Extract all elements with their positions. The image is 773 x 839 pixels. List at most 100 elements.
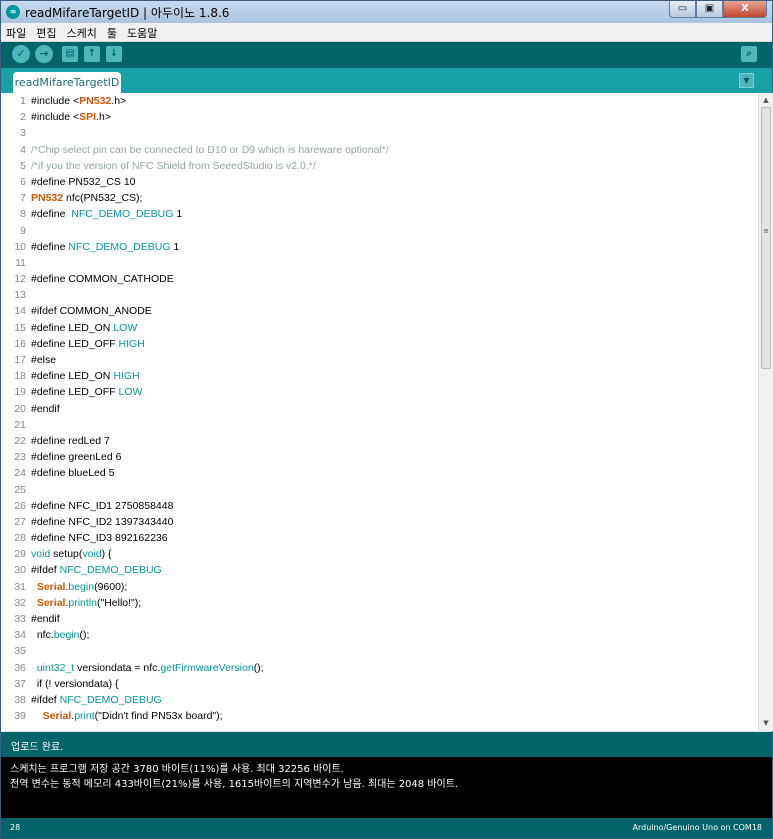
line-number: 39 [14,710,26,723]
console-output[interactable]: 스케치는 프로그램 저장 공간 3780 바이트(11%)를 사용. 최대 32… [1,757,772,818]
minimize-button[interactable]: ▭ [669,1,696,18]
code-line[interactable]: 3 [1,125,758,141]
code-line[interactable]: 31 Serial.begin(9600); [1,579,758,595]
code-line[interactable]: 36 uint32_t versiondata = nfc.getFirmwar… [1,660,758,676]
scrollbar-thumb[interactable] [761,107,771,369]
vertical-scrollbar[interactable]: ▲ ≡ ▼ [758,93,773,731]
save-sketch-button[interactable]: ↓ [106,46,122,62]
maximize-button[interactable]: ▣ [696,1,723,18]
code-line[interactable]: 23 #define greenLed 6 [1,449,758,465]
code-line[interactable]: 4 /*Chip select pin can be connected to D… [1,142,758,158]
code-line[interactable]: 16 #define LED_OFF HIGH [1,336,758,352]
code-line[interactable]: 39 Serial.print("Didn't find PN53x board… [1,708,758,724]
verify-button[interactable]: ✓ [12,45,30,63]
line-number: 8 [20,208,26,221]
chevron-down-icon: ▼ [743,76,750,85]
code-text: #include <PN532.h> [31,95,127,107]
menu-help[interactable]: 도움말 [122,23,162,41]
code-text: #define NFC_ID3 892162236 [31,532,168,545]
code-text: if (! versiondata) { [31,677,119,690]
code-line[interactable]: 37 if (! versiondata) { [1,676,758,692]
scrollbar-grip-icon: ≡ [763,227,769,235]
code-line[interactable]: 20 #endif [1,401,758,417]
code-line[interactable]: 22 #define redLed 7 [1,433,758,449]
code-text: #define LED_ON LOW [31,321,138,334]
line-number: 14 [14,305,26,318]
code-text: #define COMMON_CATHODE [31,273,174,286]
console-line: 전역 변수는 동적 메모리 433바이트(21%)를 사용, 1615바이트의 … [10,779,459,790]
code-text: /*Chip select pin can be connected to D1… [31,143,389,156]
code-line[interactable]: 34 nfc.begin(); [1,627,758,643]
new-sketch-button[interactable]: ▤ [62,46,78,62]
serial-monitor-button[interactable]: ⌕ [741,46,757,62]
code-line[interactable]: 18 #define LED_ON HIGH [1,368,758,384]
code-line[interactable]: 21 [1,417,758,433]
menu-edit[interactable]: 편집 [31,23,61,41]
code-line[interactable]: 32 Serial.println("Hello!"); [1,595,758,611]
code-line[interactable]: 29 void setup(void) { [1,546,758,562]
code-line[interactable]: 5 /*if you the version of NFC Shield from… [1,158,758,174]
window-title: readMifareTargetID | 아두이노 1.8.6 [25,6,230,20]
code-line[interactable]: 6 #define PN532_CS 10 [1,174,758,190]
code-line[interactable]: 15 #define LED_ON LOW [1,320,758,336]
code-line[interactable]: 27 #define NFC_ID2 1397343440 [1,514,758,530]
line-number: 26 [14,499,26,512]
code-line[interactable]: 25 [1,482,758,498]
code-text: PN532 nfc(PN532_CS); [31,192,143,205]
menu-file[interactable]: 파일 [1,23,31,41]
scroll-up-icon[interactable]: ▲ [759,94,773,106]
code-text: #define NFC_DEMO_DEBUG 1 [31,208,183,221]
code-line[interactable]: 12 #define COMMON_CATHODE [1,271,758,287]
code-line[interactable]: 11 [1,255,758,271]
code-line[interactable]: 17 #else [1,352,758,368]
code-line[interactable]: 13 [1,287,758,303]
line-number: 23 [14,451,26,464]
board-port-indicator: Arduino/Genuino Uno on COM18 [632,823,762,832]
code-line[interactable]: 7 PN532 nfc(PN532_CS); [1,190,758,206]
code-line[interactable]: 38 #ifdef NFC_DEMO_DEBUG [1,692,758,708]
open-sketch-button[interactable]: ↑ [84,46,100,62]
line-number: 16 [14,337,26,350]
status-message: 업로드 완료. [11,742,64,753]
code-text: #define PN532_CS 10 [31,175,136,188]
toolbar: ✓ → ▤ ↑ ↓ ⌕ [1,42,772,68]
upload-button[interactable]: → [35,45,53,63]
line-number: 31 [14,580,26,593]
tab-menu-button[interactable]: ▼ [739,73,754,88]
code-line[interactable]: 26 #define NFC_ID1 2750858448 [1,498,758,514]
code-editor[interactable]: 1 #include <PN532.h> 2 #include <SPI.h> 3 4/*… [1,93,773,731]
tab-readMifareTargetID[interactable]: readMifareTargetID § [13,72,121,110]
code-line[interactable]: 24 #define blueLed 5 [1,465,758,481]
code-text: Serial.begin(9600); [36,580,128,593]
code-line[interactable]: 30 #ifdef NFC_DEMO_DEBUG [1,562,758,578]
code-text: #else [31,354,57,366]
code-line[interactable]: 9 [1,223,758,239]
code-line[interactable]: 28 #define NFC_ID3 892162236 [1,530,758,546]
code-text: #define LED_ON HIGH [31,370,140,383]
code-line[interactable]: 33 #endif [1,611,758,627]
menu-sketch[interactable]: 스케치 [62,23,102,41]
window-controls: ▭ ▣ X [669,1,767,19]
code-line[interactable]: 2 #include <SPI.h> [1,109,758,125]
menu-bar: 파일 편집 스케치 툴 도움말 [1,23,772,42]
code-line[interactable]: 10 #define NFC_DEMO_DEBUG 1 [1,239,758,255]
code-text: #ifdef NFC_DEMO_DEBUG [31,564,162,577]
code-line[interactable]: 14 #ifdef COMMON_ANODE [1,303,758,319]
code-area[interactable]: 1 #include <PN532.h> 2 #include <SPI.h> 3 4/*… [1,93,758,731]
line-number: 33 [14,613,26,625]
line-number: 2 [20,111,26,124]
close-button[interactable]: X [723,1,767,18]
scroll-down-icon[interactable]: ▼ [759,717,773,729]
title-bar[interactable]: ∞ readMifareTargetID | 아두이노 1.8.6 ▭ ▣ X [1,1,772,23]
line-number: 9 [20,224,26,237]
menu-tools[interactable]: 툴 [102,23,122,41]
arduino-app-icon: ∞ [6,5,20,19]
code-line[interactable]: 35 [1,643,758,659]
code-line[interactable]: 8 #define NFC_DEMO_DEBUG 1 [1,206,758,222]
code-line[interactable]: 1 #include <PN532.h> [1,93,758,109]
line-number: 24 [14,467,26,480]
line-number: 37 [14,677,26,690]
line-number: 13 [14,289,26,302]
code-text: #define blueLed 5 [31,467,115,480]
code-line[interactable]: 19 #define LED_OFF LOW [1,384,758,400]
